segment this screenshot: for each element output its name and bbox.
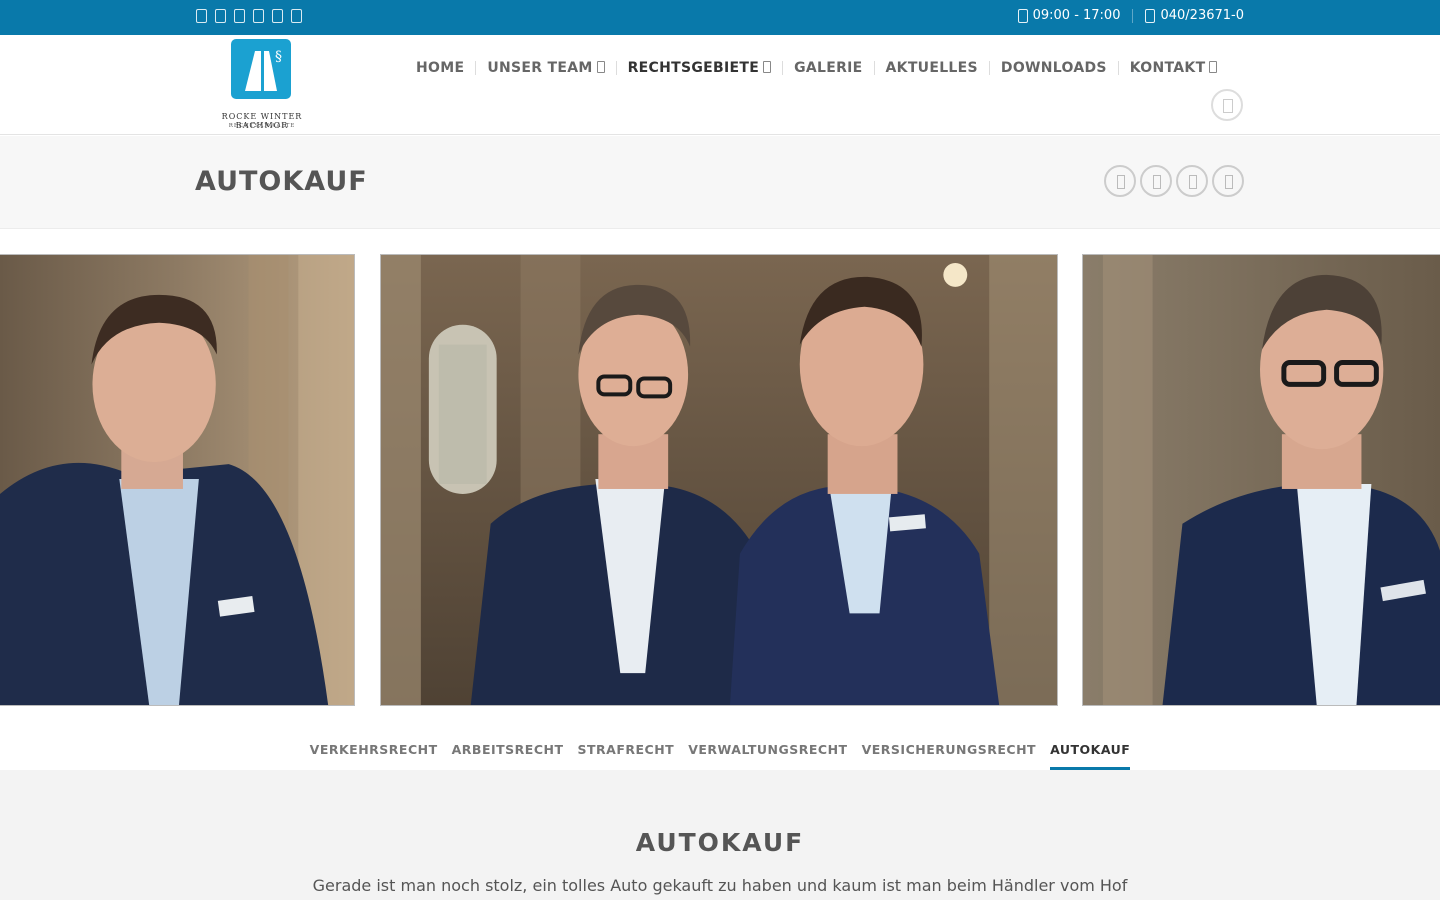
section-heading: AUTOKAUF [635,828,805,857]
social-links [196,9,302,23]
instagram-icon[interactable] [215,9,226,23]
tab-arbeitsrecht[interactable]: ARBEITSRECHT [452,732,564,770]
content-section: AUTOKAUF Gerade ist man noch stolz, ein … [0,770,1440,900]
chevron-down-icon [763,61,772,73]
contact-info: 09:00 - 17:00 040/23671-0 [1017,8,1244,23]
email-icon[interactable] [1176,165,1208,197]
nav-item-kontakt[interactable]: KONTAKT [1130,60,1218,76]
tab-versicherungsrecht[interactable]: VERSICHERUNGSRECHT [862,732,1037,770]
top-bar: 09:00 - 17:00 040/23671-0 [0,0,1440,35]
logo-mark: § [231,39,291,99]
opening-hours: 09:00 - 17:00 [1032,8,1121,23]
nav-divider [782,61,784,75]
category-tabs: VERKEHRSRECHT ARBEITSRECHT STRAFRECHT VE… [0,732,1440,770]
chevron-down-icon [596,61,605,73]
nav-divider [873,61,875,75]
search-button[interactable] [1211,89,1243,121]
slide-photo[interactable] [1082,254,1440,706]
page-title: AUTOKAUF [195,166,368,197]
phone-number[interactable]: 040/23671-0 [1160,8,1244,23]
nav-divider [988,61,990,75]
nav-item-downloads[interactable]: DOWNLOADS [1001,60,1107,76]
section-text: Gerade ist man noch stolz, ein tolles Au… [312,876,1128,895]
nav-divider [1117,61,1119,75]
nav-item-aktuelles[interactable]: AKTUELLES [886,60,978,76]
tab-verwaltungsrecht[interactable]: VERWALTUNGSRECHT [688,732,847,770]
chevron-down-icon [1209,61,1218,73]
clock-icon [1017,8,1028,23]
slide-photo[interactable] [0,254,355,706]
pinterest-icon[interactable] [1212,165,1244,197]
facebook-icon[interactable] [1104,165,1136,197]
tab-strafrecht[interactable]: STRAFRECHT [578,732,675,770]
slide-photo-active[interactable] [380,254,1058,706]
nav-divider [615,61,617,75]
nav-item-unser-team[interactable]: UNSER TEAM [487,60,605,76]
tab-verkehrsrecht[interactable]: VERKEHRSRECHT [310,732,438,770]
share-buttons [1104,165,1244,197]
whatsapp-icon[interactable] [291,9,302,23]
photo-slider[interactable] [0,254,1440,706]
header: § ROCKE WINTER BACHMOR RECHTSANWÄLTE HOM… [0,35,1440,135]
twitter-icon[interactable] [1140,165,1172,197]
logo-subtitle: RECHTSANWÄLTE [228,123,296,129]
phone-icon [1145,8,1156,23]
nav-divider [475,61,477,75]
phone-icon[interactable] [272,9,283,23]
nav-item-galerie[interactable]: GALERIE [794,60,862,76]
logo[interactable]: § ROCKE WINTER BACHMOR RECHTSANWÄLTE [196,39,328,131]
email-icon[interactable] [253,9,264,23]
divider [1132,8,1134,23]
twitter-icon[interactable] [234,9,245,23]
nav-item-home[interactable]: HOME [416,60,464,76]
nav-item-rechtsgebiete[interactable]: RECHTSGEBIETE [628,60,772,76]
svg-text:§: § [275,49,282,65]
main-nav: HOME UNSER TEAM RECHTSGEBIETE GALERIE AK… [416,60,1218,76]
page-title-bar: AUTOKAUF [0,136,1440,229]
facebook-icon[interactable] [196,9,207,23]
tab-autokauf[interactable]: AUTOKAUF [1050,732,1131,770]
